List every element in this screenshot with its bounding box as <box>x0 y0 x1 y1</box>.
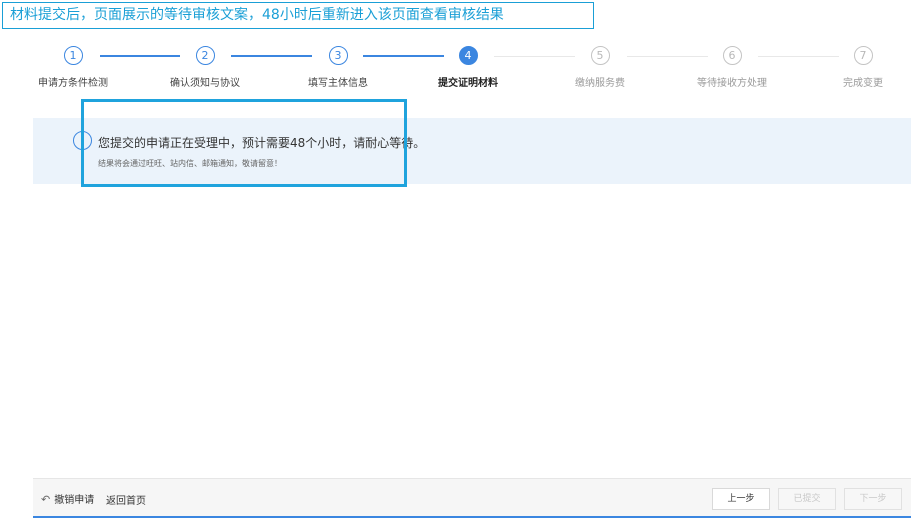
step-7-number: 7 <box>853 46 873 65</box>
cancel-application-link[interactable]: ↶ 撤销申请 <box>41 491 94 506</box>
step-connector <box>758 56 839 57</box>
step-4: 4 提交证明材料 <box>403 44 533 89</box>
step-2-label: 确认须知与协议 <box>170 78 240 89</box>
step-1-label: 申请方条件检测 <box>38 78 108 89</box>
step-6-label: 等待接收方处理 <box>697 78 767 89</box>
step-5-number: 5 <box>590 46 610 65</box>
step-5: 5 缴纳服务费 <box>535 44 665 89</box>
step-3-number: 3 <box>328 46 348 65</box>
step-connector <box>100 55 180 57</box>
step-3-label: 填写主体信息 <box>308 78 368 89</box>
pending-review-notice: ! 您提交的申请正在受理中，预计需要48个小时，请耐心等待。 结果将会通过旺旺、… <box>33 118 911 184</box>
step-4-label: 提交证明材料 <box>438 78 498 89</box>
step-connector <box>627 56 708 57</box>
step-3: 3 填写主体信息 <box>273 44 403 89</box>
step-2-number: 2 <box>195 46 215 65</box>
step-7: 7 完成变更 <box>798 44 915 89</box>
cancel-application-label: 撤销申请 <box>54 495 95 506</box>
return-home-link[interactable]: 返回首页 <box>106 492 146 507</box>
footer-bar: ↶ 撤销申请 返回首页 上一步 已提交 下一步 <box>33 478 911 518</box>
step-1-number: 1 <box>63 46 83 65</box>
step-1: 1 申请方条件检测 <box>8 44 138 89</box>
next-step-button[interactable]: 下一步 <box>844 488 902 510</box>
notice-sub-text: 结果将会通过旺旺、站内信、邮箱通知，敬请留意！ <box>98 159 282 168</box>
prev-step-button[interactable]: 上一步 <box>712 488 770 510</box>
submitted-button[interactable]: 已提交 <box>778 488 836 510</box>
step-6-number: 6 <box>722 46 742 65</box>
step-5-label: 缴纳服务费 <box>575 78 625 89</box>
step-connector <box>494 56 575 57</box>
step-7-label: 完成变更 <box>843 78 883 89</box>
step-4-number: 4 <box>458 46 478 65</box>
step-6: 6 等待接收方处理 <box>667 44 797 89</box>
annotation-caption: 材料提交后，页面展示的等待审核文案，48小时后重新进入该页面查看审核结果 <box>2 2 594 29</box>
step-connector <box>363 55 444 57</box>
progress-steps: 1 申请方条件检测 2 确认须知与协议 3 填写主体信息 4 提交证明材料 5 … <box>0 44 915 94</box>
info-icon: ! <box>73 131 92 150</box>
step-connector <box>231 55 312 57</box>
step-2: 2 确认须知与协议 <box>140 44 270 89</box>
undo-arrow-icon: ↶ <box>41 493 51 506</box>
notice-main-text: 您提交的申请正在受理中，预计需要48个小时，请耐心等待。 <box>98 136 426 150</box>
